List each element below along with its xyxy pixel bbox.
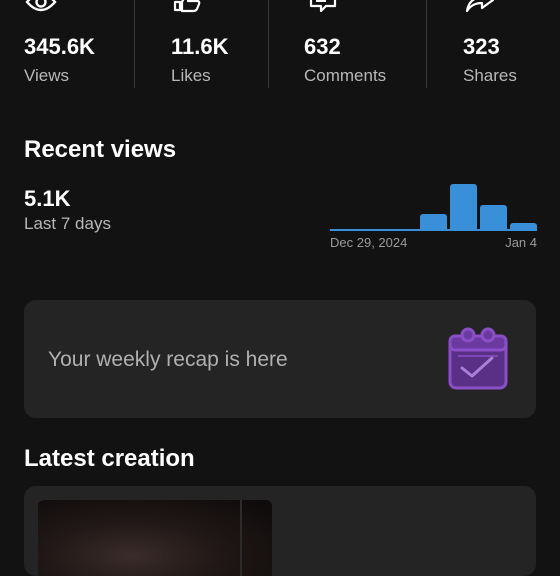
latest-creation-card[interactable] — [24, 486, 536, 576]
comment-icon — [309, 0, 337, 13]
chart-bar — [450, 184, 477, 230]
chart-bar — [480, 205, 507, 230]
weekly-recap-text: Your weekly recap is here — [48, 348, 288, 371]
chart-start-label: Dec 29, 2024 — [330, 235, 408, 250]
latest-creation-title: Latest creation — [24, 445, 195, 472]
recent-views-period: Last 7 days — [24, 214, 111, 233]
stat-label: Views — [24, 66, 70, 85]
chart-bar — [510, 223, 537, 230]
calendar-check-icon — [448, 327, 508, 390]
weekly-recap-card[interactable]: Your weekly recap is here — [24, 300, 536, 418]
divider — [134, 0, 135, 88]
thumbnail-divider — [240, 500, 242, 576]
stat-value: 11.6K — [171, 34, 229, 59]
recent-views-value: 5.1K — [24, 186, 71, 211]
video-thumbnail[interactable] — [38, 500, 272, 576]
thumbs-up-icon — [173, 0, 201, 13]
eye-icon — [25, 0, 57, 12]
stat-value: 632 — [304, 34, 341, 59]
chart-bar — [420, 214, 447, 230]
chart-end-label: Jan 4 — [505, 235, 537, 250]
chart-bar — [360, 229, 387, 230]
chart-bar — [330, 229, 357, 230]
divider — [426, 0, 427, 88]
stat-label: Shares — [463, 66, 517, 85]
stats-row: 345.6K Views 11.6K Likes 632 Comments 32… — [0, 0, 560, 88]
recent-views-title: Recent views — [24, 136, 177, 163]
divider — [268, 0, 269, 88]
stat-value: 345.6K — [24, 34, 95, 59]
stat-value: 323 — [463, 34, 500, 59]
stat-label: Comments — [304, 66, 387, 85]
stat-label: Likes — [171, 66, 211, 85]
share-icon — [465, 0, 495, 13]
recent-views-chart[interactable]: Dec 29, 2024 Jan 4 — [330, 180, 540, 250]
chart-bar — [390, 229, 417, 230]
